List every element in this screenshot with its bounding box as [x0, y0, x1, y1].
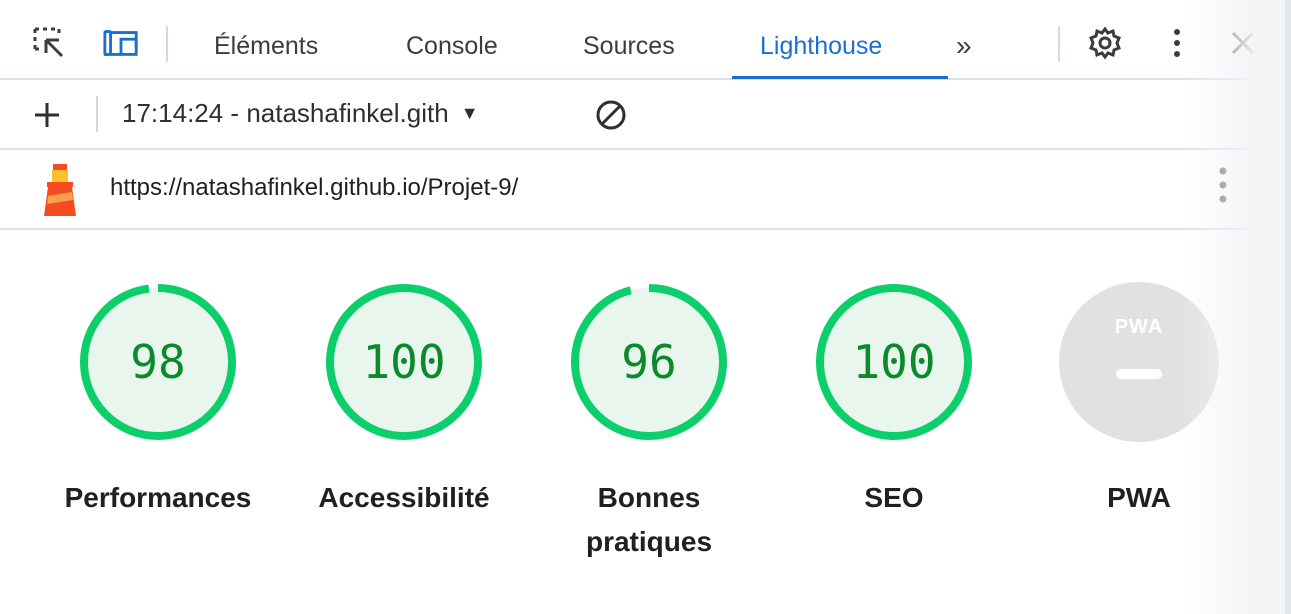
tab-elements[interactable]: Éléments [214, 24, 318, 74]
report-select[interactable]: 17:14:24 - natashafinkel.gith ▼ [122, 98, 479, 129]
clear-reports-button[interactable] [592, 96, 630, 134]
device-toolbar-icon[interactable] [102, 24, 140, 62]
kebab-menu-icon[interactable] [1158, 24, 1196, 62]
score-gauge[interactable]: 100 [814, 282, 974, 442]
chevron-double-right-icon: » [956, 30, 972, 61]
report-toolbar: 17:14:24 - natashafinkel.gith ▼ [0, 80, 1291, 150]
dropdown-arrow-icon: ▼ [460, 103, 479, 123]
report-select-value: 17:14:24 - natashafinkel.gith [122, 98, 449, 128]
gauge-label[interactable]: SEO [774, 476, 1014, 520]
more-tabs-button[interactable]: » [956, 24, 972, 74]
close-icon[interactable] [1224, 24, 1262, 62]
gauge-label-pwa[interactable]: PWA [1019, 476, 1259, 520]
report-url[interactable]: https://natashafinkel.github.io/Projet-9… [110, 174, 518, 202]
gauge-label[interactable]: Bonnes pratiques [554, 476, 744, 564]
score-gauge[interactable]: 96 [569, 282, 729, 442]
tab-sources[interactable]: Sources [583, 24, 675, 74]
lighthouse-logo-icon [38, 162, 82, 218]
toolbar-divider [166, 26, 168, 62]
tab-console[interactable]: Console [406, 24, 498, 74]
gauge-label[interactable]: Performances [38, 476, 278, 520]
pwa-dash-icon [1116, 369, 1162, 379]
report-menu-icon[interactable] [1204, 166, 1242, 204]
plus-icon [35, 103, 59, 127]
active-tab-indicator [732, 76, 948, 79]
gauge-label[interactable]: Accessibilité [284, 476, 524, 520]
block-icon [596, 100, 626, 130]
new-report-button[interactable] [28, 96, 66, 134]
inspect-element-icon[interactable] [30, 24, 68, 62]
devtools-window: Éléments Console Sources Lighthouse » 17… [0, 0, 1291, 614]
report-url-bar: https://natashafinkel.github.io/Projet-9… [0, 150, 1291, 230]
toolbar-divider [96, 96, 98, 132]
window-edge [1285, 0, 1291, 614]
score-gauge[interactable]: 100 [324, 282, 484, 442]
toolbar-divider [1058, 26, 1060, 62]
devtools-tab-bar: Éléments Console Sources Lighthouse » [0, 0, 1291, 80]
pwa-badge-text: PWA [1114, 316, 1164, 338]
gear-icon[interactable] [1086, 24, 1124, 62]
gauge-score-value: 100 [362, 335, 446, 389]
gauge-score-value: 100 [852, 335, 936, 389]
gauge-score-value: 96 [621, 335, 677, 389]
score-gauges: 98 Performances 100 Accessibilité 96 Bonnes p… [0, 230, 1291, 614]
tab-lighthouse[interactable]: Lighthouse [760, 24, 882, 74]
score-gauge[interactable]: 98 [78, 282, 238, 442]
pwa-badge[interactable]: PWA [1059, 282, 1219, 442]
gauge-score-value: 98 [130, 335, 186, 389]
